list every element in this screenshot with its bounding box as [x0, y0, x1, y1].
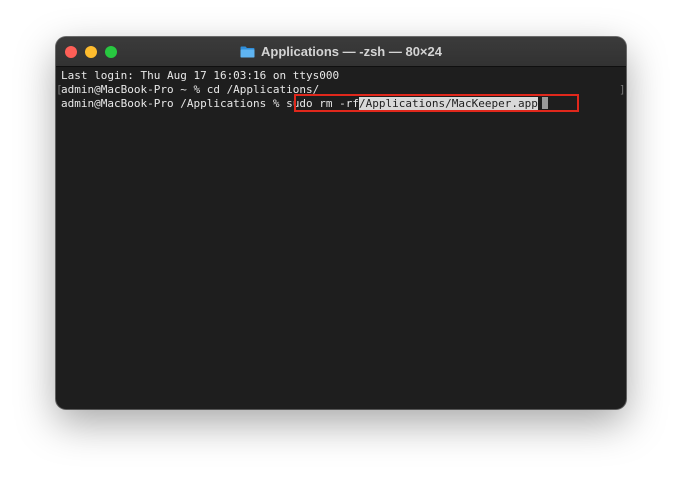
window-title: Applications — -zsh — 80×24 — [261, 44, 442, 59]
highlight-annotation-box — [294, 94, 579, 112]
folder-icon — [240, 46, 255, 58]
prompt: admin@MacBook-Pro /Applications % — [61, 97, 287, 110]
line-marker-right: ] — [619, 83, 626, 96]
terminal-window: Applications — -zsh — 80×24 Last login: … — [56, 37, 626, 409]
cd-command-line: admin@MacBook-Pro ~ % cd /Applications/ — [61, 83, 320, 96]
last-login-line: Last login: Thu Aug 17 16:03:16 on ttys0… — [61, 69, 340, 82]
terminal-content[interactable]: Last login: Thu Aug 17 16:03:16 on ttys0… — [56, 67, 626, 409]
title-bar[interactable]: Applications — -zsh — 80×24 — [56, 37, 626, 67]
window-title-group: Applications — -zsh — 80×24 — [56, 37, 626, 66]
